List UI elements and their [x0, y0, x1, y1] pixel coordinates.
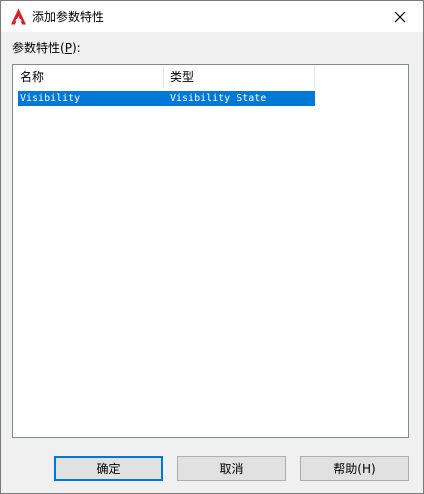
row-name-cell: Visibility [20, 93, 81, 104]
parameter-properties-label: 参数特性(P): [12, 41, 81, 55]
cancel-button[interactable]: 取消 [177, 456, 286, 481]
close-button[interactable] [377, 1, 423, 32]
list-header: 名称 类型 [14, 66, 409, 88]
row-type-cell: Visibility State [170, 93, 267, 104]
column-header-type[interactable]: 类型 [164, 66, 315, 88]
close-icon [394, 11, 406, 22]
add-parameter-properties-dialog: 添加参数特性 参数特性(P): 名称 类型 Visibility Visibil… [0, 0, 424, 494]
parameter-properties-list[interactable]: 名称 类型 Visibility Visibility State [12, 64, 409, 438]
column-header-name[interactable]: 名称 [14, 66, 164, 88]
table-row[interactable]: Visibility Visibility State [18, 91, 315, 106]
mnemonic-p: P [64, 41, 72, 55]
title-bar: 添加参数特性 [1, 1, 423, 32]
window-title: 添加参数特性 [32, 10, 105, 24]
autocad-a-icon [10, 8, 27, 25]
help-button[interactable]: 帮助(H) [300, 456, 409, 481]
ok-button[interactable]: 确定 [54, 456, 163, 481]
